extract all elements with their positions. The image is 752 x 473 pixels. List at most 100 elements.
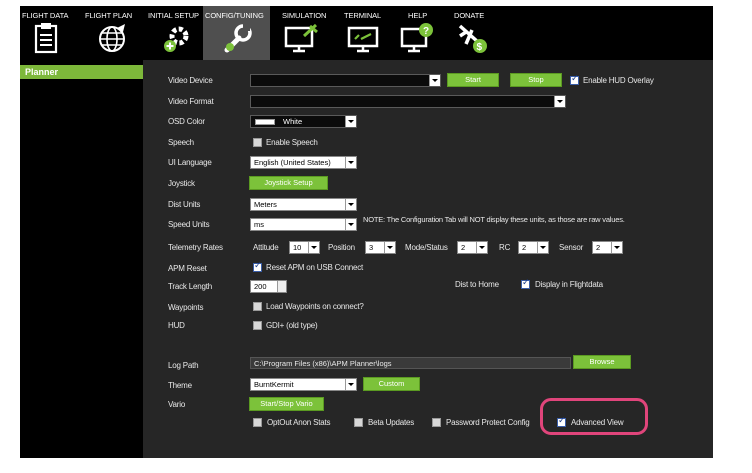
display-in-flightdata-checkbox[interactable] bbox=[521, 278, 530, 289]
tab-label: INITIAL SETUP bbox=[148, 11, 199, 20]
dist-to-home-label: Dist to Home bbox=[455, 280, 499, 289]
mission-planner-window: FLIGHT DATA FLIGHT PLAN INITIAL SETUP CO… bbox=[20, 6, 713, 458]
position-rate-select[interactable]: 3 bbox=[365, 241, 396, 254]
chevron-down-icon bbox=[345, 116, 356, 127]
waypoints-label: Waypoints bbox=[168, 303, 204, 312]
speed-units-label: Speed Units bbox=[168, 220, 210, 229]
video-device-label: Video Device bbox=[168, 76, 213, 85]
video-device-select[interactable] bbox=[250, 74, 441, 87]
osd-color-label: OSD Color bbox=[168, 117, 205, 126]
tab-help[interactable]: HELP ? bbox=[390, 6, 444, 60]
sensor-rate-select[interactable]: 2 bbox=[592, 241, 623, 254]
ui-language-select[interactable]: English (United States) bbox=[250, 156, 357, 169]
wrench-icon bbox=[224, 24, 252, 53]
tab-initial-setup[interactable]: INITIAL SETUP bbox=[146, 6, 203, 60]
sensor-label: Sensor bbox=[559, 243, 584, 252]
chevron-down-icon bbox=[345, 199, 356, 210]
attitude-label: Attitude bbox=[253, 243, 279, 252]
enable-hud-overlay-label: Enable HUD Overlay bbox=[583, 76, 654, 85]
tab-label: HELP bbox=[408, 11, 428, 20]
tab-label: SIMULATION bbox=[282, 11, 327, 20]
speech-label: Speech bbox=[168, 138, 194, 147]
mode-status-rate-select[interactable]: 2 bbox=[457, 241, 488, 254]
units-note: NOTE: The Configuration Tab will NOT dis… bbox=[363, 215, 625, 224]
gear-plus-icon bbox=[164, 26, 189, 52]
tab-config-tuning[interactable]: CONFIG/TUNING bbox=[203, 6, 270, 60]
gdi-plus-checkbox[interactable] bbox=[253, 321, 262, 330]
svg-text:?: ? bbox=[423, 26, 429, 37]
tab-flight-plan[interactable]: FLIGHT PLAN bbox=[83, 6, 146, 60]
track-length-stepper[interactable]: 200 bbox=[250, 280, 287, 293]
joystick-label: Joystick bbox=[168, 179, 195, 188]
chevron-down-icon bbox=[345, 219, 356, 230]
speed-units-select[interactable]: ms bbox=[250, 218, 357, 231]
password-protect-config-checkbox[interactable] bbox=[432, 418, 441, 427]
browse-button[interactable]: Browse bbox=[573, 355, 631, 369]
ui-language-label: UI Language bbox=[168, 158, 212, 167]
color-swatch bbox=[255, 119, 275, 125]
chevron-down-icon bbox=[384, 242, 395, 253]
dist-units-label: Dist Units bbox=[168, 200, 201, 209]
tab-label: FLIGHT DATA bbox=[22, 11, 69, 20]
chevron-down-icon bbox=[476, 242, 487, 253]
tab-simulation[interactable]: SIMULATION bbox=[270, 6, 334, 60]
video-start-button[interactable]: Start bbox=[447, 73, 499, 87]
start-stop-vario-button[interactable]: Start/Stop Vario bbox=[249, 397, 324, 411]
terminal-icon bbox=[347, 26, 379, 53]
tab-flight-data[interactable]: FLIGHT DATA bbox=[20, 6, 83, 60]
chevron-down-icon bbox=[611, 242, 622, 253]
custom-theme-button[interactable]: Custom bbox=[363, 377, 420, 391]
log-path-label: Log Path bbox=[168, 361, 199, 370]
position-label: Position bbox=[328, 243, 355, 252]
enable-speech-checkbox[interactable] bbox=[253, 138, 262, 147]
joystick-setup-button[interactable]: Joystick Setup bbox=[249, 176, 328, 190]
hud-label: HUD bbox=[168, 321, 185, 330]
video-format-select[interactable] bbox=[250, 95, 566, 108]
gdi-plus-label: GDI+ (old type) bbox=[266, 321, 318, 330]
help-monitor-icon: ? bbox=[400, 23, 433, 53]
optout-anon-stats-label: OptOut Anon Stats bbox=[267, 418, 331, 427]
tab-donate[interactable]: DONATE $ bbox=[444, 6, 504, 60]
reset-apm-checkbox[interactable] bbox=[253, 261, 262, 272]
load-waypoints-label: Load Waypoints on connect? bbox=[266, 302, 364, 311]
monitor-plane-icon bbox=[284, 23, 318, 53]
log-path-field[interactable]: C:\Program Files (x86)\APM Planner\logs bbox=[250, 357, 571, 369]
top-menu-bar: FLIGHT DATA FLIGHT PLAN INITIAL SETUP CO… bbox=[20, 6, 713, 60]
track-length-label: Track Length bbox=[168, 282, 212, 291]
chevron-down-icon bbox=[554, 96, 565, 107]
svg-text:$: $ bbox=[477, 42, 483, 53]
video-stop-button[interactable]: Stop bbox=[510, 73, 562, 87]
tab-label: CONFIG/TUNING bbox=[205, 11, 264, 20]
theme-select[interactable]: BurntKermit bbox=[250, 378, 357, 391]
chevron-down-icon bbox=[308, 242, 319, 253]
display-in-flightdata-label: Display in Flightdata bbox=[535, 280, 603, 289]
video-format-label: Video Format bbox=[168, 97, 214, 106]
stepper-arrows-icon[interactable] bbox=[277, 281, 286, 292]
attitude-rate-select[interactable]: 10 bbox=[289, 241, 320, 254]
sidebar: Planner bbox=[20, 60, 143, 458]
load-waypoints-checkbox[interactable] bbox=[253, 302, 262, 311]
optout-anon-stats-checkbox[interactable] bbox=[253, 418, 262, 427]
advanced-view-highlight bbox=[540, 398, 648, 435]
tab-label: DONATE bbox=[454, 11, 485, 20]
tab-terminal[interactable]: TERMINAL bbox=[334, 6, 390, 60]
dist-units-select[interactable]: Meters bbox=[250, 198, 357, 211]
beta-updates-checkbox[interactable] bbox=[354, 418, 363, 427]
tab-label: FLIGHT PLAN bbox=[85, 11, 133, 20]
vario-label: Vario bbox=[168, 400, 186, 409]
chevron-down-icon bbox=[429, 75, 440, 86]
chevron-down-icon bbox=[345, 157, 356, 168]
chevron-down-icon bbox=[537, 242, 548, 253]
rc-label: RC bbox=[499, 243, 511, 252]
enable-hud-overlay-checkbox[interactable] bbox=[570, 74, 579, 85]
reset-apm-label: Reset APM on USB Connect bbox=[266, 263, 364, 272]
osd-color-select[interactable]: White bbox=[250, 115, 357, 128]
chevron-down-icon bbox=[345, 379, 356, 390]
donate-plane-icon: $ bbox=[458, 24, 487, 53]
rc-rate-select[interactable]: 2 bbox=[518, 241, 549, 254]
apm-reset-label: APM Reset bbox=[168, 264, 207, 273]
beta-updates-label: Beta Updates bbox=[368, 418, 415, 427]
clipboard-icon bbox=[34, 23, 58, 54]
telemetry-rates-label: Telemetry Rates bbox=[168, 243, 223, 252]
sidebar-item-planner[interactable]: Planner bbox=[20, 65, 143, 79]
